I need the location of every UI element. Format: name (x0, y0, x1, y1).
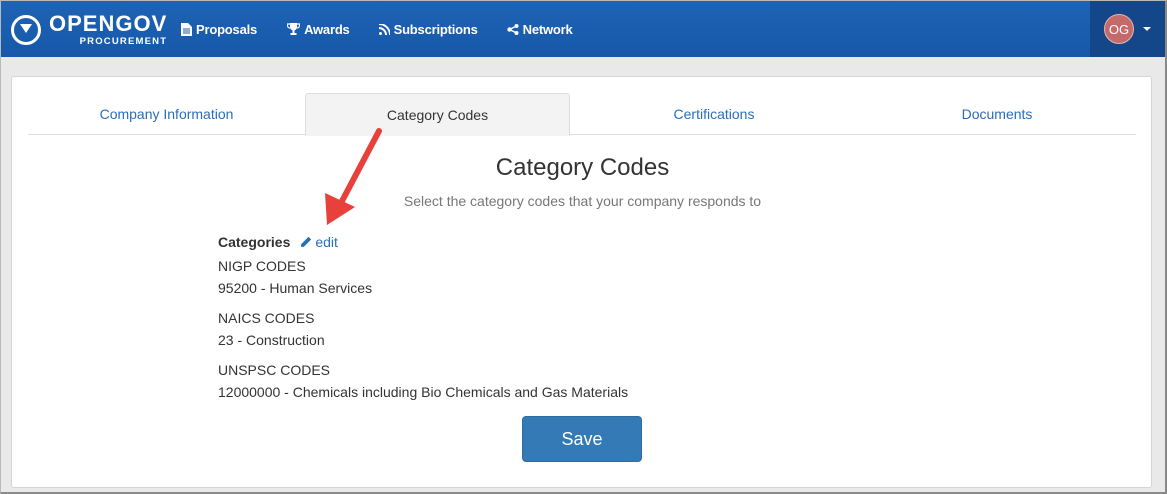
rss-icon (378, 23, 390, 35)
page-subtitle: Select the category codes that your comp… (403, 193, 762, 209)
nav-item-label: Awards (304, 21, 350, 37)
category-item: 23 - Construction (218, 332, 325, 348)
avatar: OG (1104, 14, 1134, 44)
brand-subtitle: PROCUREMENT (79, 36, 168, 48)
nav-item-label: Subscriptions (393, 21, 478, 37)
share-icon (506, 23, 519, 35)
category-group-heading: UNSPSC CODES (218, 362, 331, 378)
categories-label: Categories (218, 234, 291, 250)
top-navbar: OPENGOV PROCUREMENT Proposals Awards Sub… (1, 1, 1165, 57)
tab-bar: Company Information Category Codes Certi… (28, 93, 1136, 136)
main-panel: Company Information Category Codes Certi… (11, 76, 1152, 488)
edit-label: edit (315, 234, 338, 250)
nav-item-subscriptions[interactable]: Subscriptions (378, 21, 478, 37)
nav-item-label: Network (522, 21, 573, 37)
chevron-down-icon (1143, 27, 1151, 31)
category-group-unspsc: UNSPSC CODES 12000000 - Chemicals includ… (218, 359, 628, 403)
save-button[interactable]: Save (522, 416, 642, 462)
category-group-heading: NAICS CODES (218, 310, 315, 326)
tab-company-information[interactable]: Company Information (28, 93, 305, 135)
file-icon (181, 22, 192, 36)
pencil-icon (301, 236, 312, 247)
opengov-logo-icon (11, 15, 41, 45)
nav-item-awards[interactable]: Awards (287, 22, 350, 37)
categories-section: Categories edit NIGP CODES 95200 - Human… (218, 233, 628, 403)
page-title: Category Codes (495, 154, 670, 181)
brand-logo[interactable]: OPENGOV PROCUREMENT (11, 10, 167, 50)
tab-documents[interactable]: Documents (858, 93, 1136, 135)
category-item: 12000000 - Chemicals including Bio Chemi… (218, 384, 629, 400)
annotation-arrow-icon (325, 128, 382, 225)
brand-name: OPENGOV (49, 11, 168, 37)
nav-item-proposals[interactable]: Proposals (181, 22, 257, 37)
tab-certifications[interactable]: Certifications (570, 93, 858, 135)
category-group-nigp: NIGP CODES 95200 - Human Services (218, 255, 628, 299)
edit-link[interactable]: edit (300, 234, 338, 250)
nav-item-network[interactable]: Network (506, 21, 573, 37)
nav-menu: Proposals Awards Subscriptions Network (181, 1, 602, 57)
category-group-heading: NIGP CODES (218, 258, 306, 274)
category-group-naics: NAICS CODES 23 - Construction (218, 307, 628, 351)
user-menu[interactable]: OG (1090, 1, 1165, 57)
nav-item-label: Proposals (196, 21, 258, 37)
screenshot-frame: OPENGOV PROCUREMENT Proposals Awards Sub… (0, 0, 1167, 494)
trophy-icon (287, 23, 301, 35)
category-item: 95200 - Human Services (218, 280, 373, 296)
